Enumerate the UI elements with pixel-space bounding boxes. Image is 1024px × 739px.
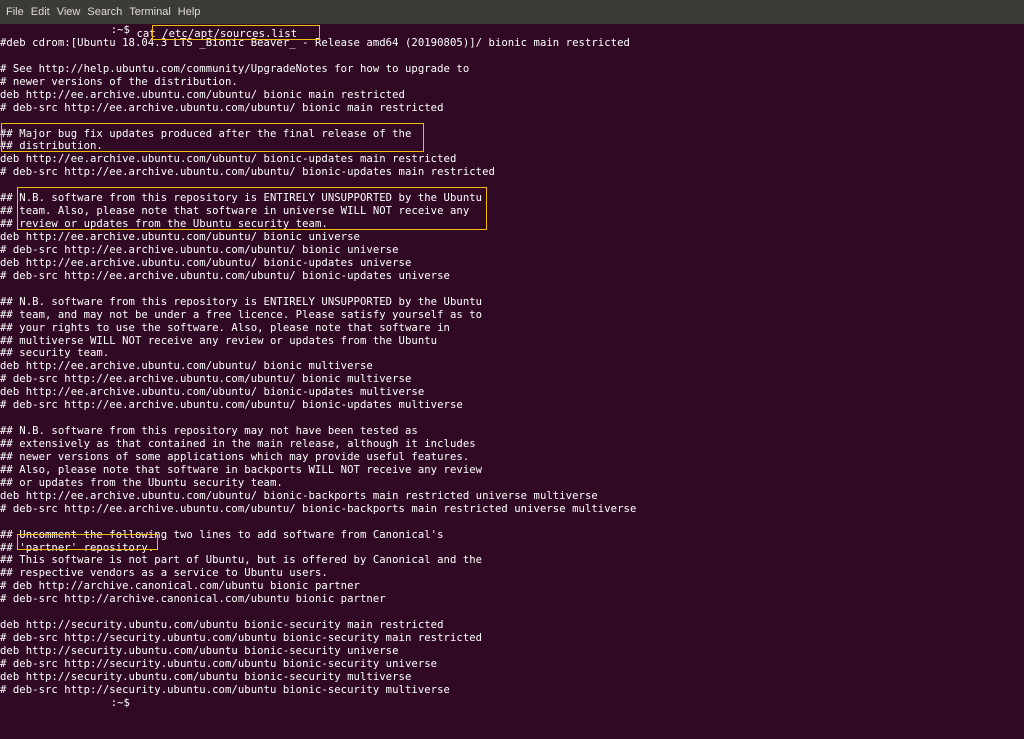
output-line: deb http://ee.archive.ubuntu.com/ubuntu/… — [0, 256, 412, 269]
menu-help[interactable]: Help — [173, 6, 201, 18]
output-line: ## team, and may not be under a free lic… — [0, 308, 483, 321]
output-line: ## your rights to use the software. Also… — [0, 321, 450, 334]
prompt: :~$ — [110, 24, 130, 36]
output-line: # deb-src http://security.ubuntu.com/ubu… — [0, 683, 450, 696]
output-line: ## 'partner' repository. — [0, 541, 155, 554]
output-line: ## Also, please note that software in ba… — [0, 463, 483, 476]
output-line: # deb-src http://archive.canonical.com/u… — [0, 593, 386, 606]
output-line: ## extensively as that contained in the … — [0, 438, 476, 450]
output-line: # deb-src http://ee.archive.ubuntu.com/u… — [0, 269, 450, 282]
menu-file[interactable]: File — [0, 6, 24, 18]
output-line: deb http://security.ubuntu.com/ubuntu bi… — [0, 645, 399, 657]
output-line: deb http://ee.archive.ubuntu.com/ubuntu/… — [0, 88, 405, 101]
terminal-output[interactable]: :~$ cat /etc/apt/sources.list #deb cdrom… — [0, 24, 1024, 739]
output-line: deb http://ee.archive.ubuntu.com/ubuntu/… — [0, 489, 598, 502]
output-line: ## newer versions of some applications w… — [0, 450, 470, 463]
output-line: deb http://security.ubuntu.com/ubuntu bi… — [0, 619, 444, 632]
output-line: ## N.B. software from this repository ma… — [0, 425, 418, 438]
command-prompt-line: :~$ cat /etc/apt/sources.list — [0, 24, 636, 40]
output-line: deb http://ee.archive.ubuntu.com/ubuntu/… — [0, 360, 373, 373]
output-line: # deb-src http://ee.archive.ubuntu.com/u… — [0, 502, 637, 515]
output-line: ## team. Also, please note that software… — [0, 205, 470, 218]
output-line: ## N.B. software from this repository is… — [0, 295, 483, 308]
output-line: ## Major bug fix updates produced after … — [0, 127, 412, 140]
output-line: # deb-src http://security.ubuntu.com/ubu… — [0, 657, 438, 670]
output-line: deb http://security.ubuntu.com/ubuntu bi… — [0, 670, 412, 683]
output-line: ## respective vendors as a service to Ub… — [0, 567, 328, 580]
output-line: ## security team. — [0, 347, 110, 360]
output-line: # deb-src http://ee.archive.ubuntu.com/u… — [0, 166, 495, 179]
menu-bar: File Edit View Search Terminal Help — [0, 0, 1024, 24]
output-line: deb http://ee.archive.ubuntu.com/ubuntu/… — [0, 153, 457, 166]
menu-terminal[interactable]: Terminal — [124, 6, 171, 18]
output-line: # deb-src http://ee.archive.ubuntu.com/u… — [0, 243, 399, 256]
output-line: deb http://ee.archive.ubuntu.com/ubuntu/… — [0, 231, 360, 243]
output-line: # deb http://archive.canonical.com/ubunt… — [0, 580, 360, 593]
output-line: # deb-src http://ee.archive.ubuntu.com/u… — [0, 399, 463, 412]
output-line: # See http://help.ubuntu.com/community/U… — [0, 62, 470, 75]
terminal-text: :~$ cat /etc/apt/sources.list #deb cdrom… — [0, 24, 636, 710]
output-line: # newer versions of the distribution. — [0, 75, 238, 88]
menu-search[interactable]: Search — [82, 6, 122, 18]
output-line: ## This software is not part of Ubuntu, … — [0, 554, 483, 567]
menu-edit[interactable]: Edit — [26, 6, 50, 18]
output-line: ## distribution. — [0, 140, 103, 153]
output-line: # deb-src http://security.ubuntu.com/ubu… — [0, 632, 483, 645]
output-line: ## multiverse WILL NOT receive any revie… — [0, 334, 438, 347]
prompt: :~$ — [110, 696, 130, 709]
output-line: # deb-src http://ee.archive.ubuntu.com/u… — [0, 101, 444, 114]
output-line: #deb cdrom:[Ubuntu 18.04.3 LTS _Bionic B… — [0, 36, 630, 49]
final-prompt-line: :~$ — [0, 697, 636, 710]
output-line: deb http://ee.archive.ubuntu.com/ubuntu/… — [0, 386, 425, 399]
output-line: ## N.B. software from this repository is… — [0, 192, 483, 205]
output-line: # deb-src http://ee.archive.ubuntu.com/u… — [0, 373, 412, 386]
menu-view[interactable]: View — [52, 6, 81, 18]
output-line: ## review or updates from the Ubuntu sec… — [0, 218, 328, 231]
output-line: ## Uncomment the following two lines to … — [0, 528, 444, 541]
output-line: ## or updates from the Ubuntu security t… — [0, 476, 283, 489]
